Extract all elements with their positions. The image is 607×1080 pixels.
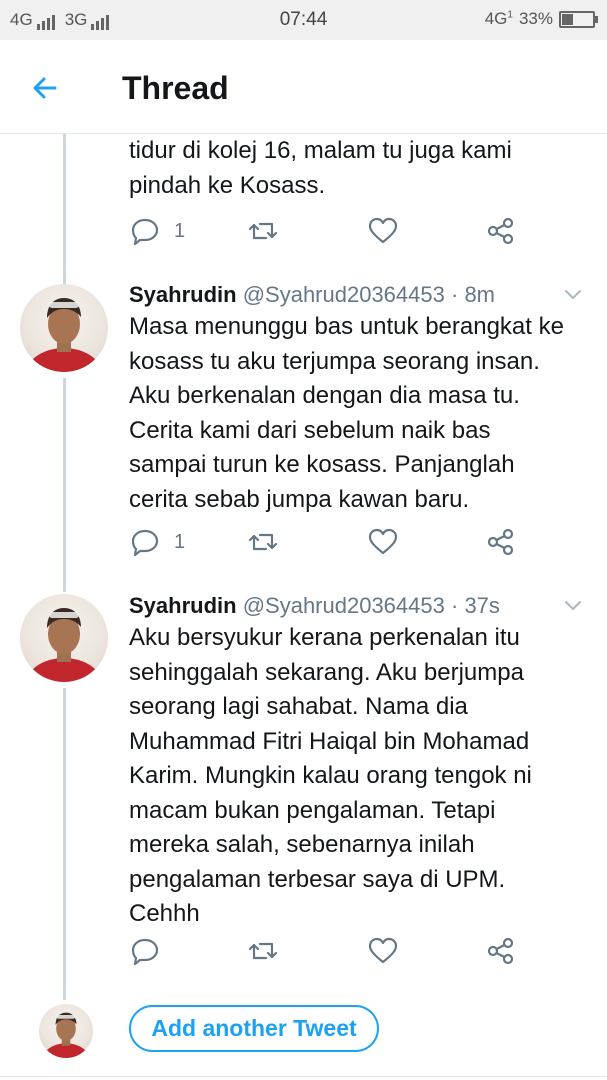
network-right-label: 4G1 bbox=[484, 9, 513, 28]
author-handle[interactable]: @Syahrud20364453 bbox=[243, 593, 445, 618]
divider bbox=[0, 1076, 607, 1077]
arrow-left-icon bbox=[33, 77, 57, 99]
status-right: 4G1 33% bbox=[484, 9, 598, 29]
tweet-timestamp: · 8m bbox=[451, 282, 495, 307]
author-name[interactable]: Syahrudin bbox=[129, 282, 237, 307]
tweet-timestamp: · 37s bbox=[451, 593, 500, 618]
avatar-image bbox=[24, 608, 104, 682]
share-icon bbox=[487, 528, 514, 556]
tweet-text: Aku bersyukur kerana perkenalan itu sehi… bbox=[129, 624, 532, 927]
top-app-bar: Thread bbox=[0, 40, 607, 134]
avatar[interactable] bbox=[20, 594, 108, 682]
share-icon bbox=[487, 217, 514, 245]
share-icon bbox=[487, 937, 514, 965]
heart-icon bbox=[368, 937, 398, 964]
retweet-icon bbox=[248, 222, 278, 240]
reply-icon bbox=[131, 218, 159, 246]
reply-count: 1 bbox=[174, 530, 186, 553]
tweet-menu-button[interactable] bbox=[561, 284, 585, 304]
like-button[interactable] bbox=[368, 214, 398, 248]
heart-icon bbox=[368, 217, 398, 244]
reply-count: 1 bbox=[174, 219, 186, 242]
chevron-down-icon bbox=[565, 601, 581, 610]
avatar-image bbox=[41, 1012, 91, 1058]
thread-line bbox=[63, 134, 66, 284]
retweet-button[interactable] bbox=[246, 525, 280, 559]
battery-fill bbox=[562, 13, 573, 25]
share-button[interactable] bbox=[486, 934, 516, 968]
page-title: Thread bbox=[122, 70, 229, 106]
retweet-button[interactable] bbox=[246, 934, 280, 968]
retweet-icon bbox=[248, 533, 278, 551]
reply-button[interactable]: 1 bbox=[130, 525, 185, 559]
avatar[interactable] bbox=[20, 284, 108, 372]
heart-icon bbox=[368, 528, 398, 555]
thread-line bbox=[63, 688, 66, 1000]
tweet-menu-button[interactable] bbox=[561, 595, 585, 615]
status-bar: 4G 3G 07:44 4G1 33% bbox=[0, 0, 607, 40]
tweet-actions: 1 bbox=[130, 525, 530, 559]
tweet-text: Masa menunggu bas untuk berangkat ke kos… bbox=[129, 313, 564, 513]
battery-percent: 33% bbox=[518, 9, 553, 28]
like-button[interactable] bbox=[368, 934, 398, 968]
battery-icon bbox=[559, 10, 598, 28]
retweet-button[interactable] bbox=[246, 214, 280, 248]
tweet-header: Syahrudin @Syahrud20364453 · 37s bbox=[129, 593, 500, 619]
reply-button[interactable] bbox=[130, 934, 174, 968]
thread-line bbox=[63, 378, 66, 592]
avatar-image bbox=[24, 298, 104, 372]
retweet-icon bbox=[248, 942, 278, 960]
back-button[interactable] bbox=[24, 68, 68, 108]
author-handle[interactable]: @Syahrud20364453 bbox=[243, 282, 445, 307]
reply-button[interactable]: 1 bbox=[130, 214, 185, 248]
author-name[interactable]: Syahrudin bbox=[129, 593, 237, 618]
reply-icon bbox=[131, 529, 159, 557]
tweet-actions bbox=[130, 934, 530, 968]
tweet-header: Syahrudin @Syahrud20364453 · 8m bbox=[129, 282, 495, 308]
tweet-text: tidur di kolej 16, malam tu juga kami pi… bbox=[129, 137, 512, 199]
share-button[interactable] bbox=[486, 525, 516, 559]
add-another-tweet-button[interactable]: Add another Tweet bbox=[129, 1005, 379, 1052]
tweet-actions: 1 bbox=[130, 214, 530, 248]
like-button[interactable] bbox=[368, 525, 398, 559]
reply-icon bbox=[131, 938, 159, 966]
share-button[interactable] bbox=[486, 214, 516, 248]
composer-avatar[interactable] bbox=[39, 1004, 93, 1058]
chevron-down-icon bbox=[565, 290, 581, 299]
